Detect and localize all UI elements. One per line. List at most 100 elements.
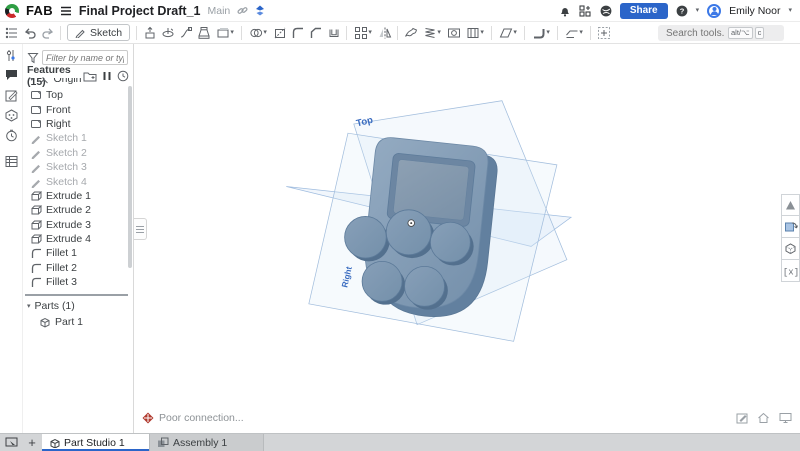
extrude-icon[interactable]: [141, 24, 158, 42]
feature-row[interactable]: Right: [23, 117, 127, 131]
feature-label: Sketch 3: [46, 161, 87, 174]
apps-grid-icon[interactable]: [579, 4, 592, 17]
feature-row-origin[interactable]: ▾ Origin: [23, 78, 127, 86]
tab-label: Part Studio 1: [64, 436, 125, 449]
feature-row[interactable]: Front: [23, 102, 127, 116]
vertex-marker[interactable]: [407, 219, 415, 227]
flatten-icon[interactable]: ▾: [562, 24, 586, 42]
pencil-icon: [75, 29, 85, 38]
surface-icon[interactable]: [402, 24, 419, 42]
link-icon[interactable]: [237, 5, 248, 16]
feature-row[interactable]: Fillet 3: [23, 275, 127, 289]
plane-tool-icon[interactable]: ▾: [496, 24, 520, 42]
rollback-bar[interactable]: [25, 294, 128, 296]
shaded-view-button[interactable]: [781, 194, 800, 216]
search-tools[interactable]: alt/⌥ c: [658, 25, 784, 41]
versions-icon[interactable]: [255, 5, 265, 16]
feature-tree: Top Front Right Sketch 1 Sketch 2 Sketch…: [23, 88, 127, 289]
feature-row[interactable]: Sketch 3: [23, 160, 127, 174]
thicken-icon[interactable]: ▾: [213, 24, 237, 42]
custom-features-icon[interactable]: [3, 107, 19, 123]
feature-row[interactable]: Extrude 2: [23, 203, 127, 217]
monitor-status-icon[interactable]: [779, 412, 792, 424]
feature-tree-clip: ▾ Origin: [23, 78, 127, 87]
sheet-metal-icon[interactable]: ▾: [529, 24, 553, 42]
share-button[interactable]: Share: [619, 2, 668, 19]
undo-icon[interactable]: [21, 24, 38, 42]
feature-row[interactable]: Extrude 3: [23, 218, 127, 232]
notifications-bell-icon[interactable]: [559, 5, 571, 17]
notes-edit-icon[interactable]: [3, 87, 19, 103]
panel-collapse-handle[interactable]: [134, 218, 147, 240]
tab-manager-icon[interactable]: [0, 434, 22, 451]
configurations-icon[interactable]: [3, 47, 19, 63]
feature-label: Fillet 2: [46, 261, 77, 274]
feature-row[interactable]: Fillet 1: [23, 246, 127, 260]
toolbar-divider: [241, 25, 243, 40]
app-logo-icon[interactable]: [5, 3, 19, 18]
user-menu-caret-icon[interactable]: ▾: [788, 7, 792, 14]
feature-row[interactable]: Extrude 1: [23, 189, 127, 203]
tree-scrollbar[interactable]: [128, 86, 132, 268]
parts-section-header[interactable]: ▾ Parts (1): [27, 300, 75, 312]
features-panel-toggle-icon[interactable]: [3, 24, 20, 42]
linear-pattern-icon[interactable]: ▾: [351, 24, 375, 42]
tab-label: Assembly 1: [173, 436, 228, 449]
loft-icon[interactable]: [195, 24, 212, 42]
model-canvas[interactable]: Top Right Top Front Z X: [134, 44, 800, 433]
sweep-icon[interactable]: [177, 24, 194, 42]
section-view-button[interactable]: [781, 216, 800, 238]
history-clock-icon[interactable]: [3, 127, 19, 143]
part-row[interactable]: Part 1: [39, 316, 83, 328]
chamfer-icon[interactable]: [307, 24, 324, 42]
app-window: FAB Final Project Draft_1 Main Share ? ▾…: [0, 0, 800, 451]
fillet-icon[interactable]: [289, 24, 306, 42]
sketch-button-label: Sketch: [90, 26, 123, 39]
feature-row[interactable]: Sketch 2: [23, 146, 127, 160]
mirror-icon[interactable]: [376, 24, 393, 42]
hole-icon[interactable]: [445, 24, 462, 42]
redo-icon[interactable]: [39, 24, 56, 42]
feature-panel: Features (15) ▾ Origin Top Front Right S…: [23, 44, 134, 433]
feature-row[interactable]: Fillet 2: [23, 261, 127, 275]
shell-icon[interactable]: [325, 24, 342, 42]
svg-text:?: ?: [679, 6, 684, 15]
feature-toolbar: Sketch ▾ ▾ ▾ ▾ ▾ ▾ ▾ ▾ alt/⌥ c: [0, 22, 800, 44]
header-right-group: Share ? ▾ Emily Noor ▾: [559, 2, 792, 19]
add-tab-button[interactable]: +: [22, 434, 42, 451]
feature-row[interactable]: Extrude 4: [23, 232, 127, 246]
tab-assembly[interactable]: Assembly 1: [150, 434, 264, 451]
help-icon[interactable]: ?: [676, 5, 688, 17]
edit-status-icon[interactable]: [736, 412, 748, 424]
parts-header-label: Parts (1): [34, 300, 75, 312]
filter-funnel-icon[interactable]: [27, 52, 39, 64]
search-tools-input[interactable]: [664, 26, 726, 40]
feature-row[interactable]: Sketch 4: [23, 174, 127, 188]
feature-label: Sketch 2: [46, 146, 87, 159]
sketch-button[interactable]: Sketch: [67, 24, 131, 41]
toolbar-divider: [397, 25, 399, 40]
feature-row[interactable]: Top: [23, 88, 127, 102]
comments-icon[interactable]: [3, 67, 19, 83]
filter-input[interactable]: [42, 50, 128, 65]
revolve-icon[interactable]: [159, 24, 176, 42]
featurescript-notices-button[interactable]: [x]: [781, 260, 800, 282]
workspace-label: Main: [207, 4, 231, 17]
avatar[interactable]: [707, 3, 722, 18]
boolean-icon[interactable]: ▾: [246, 24, 270, 42]
hidden-edges-button[interactable]: [781, 238, 800, 260]
rib-icon[interactable]: ▾: [463, 24, 487, 42]
help-caret-icon[interactable]: ▾: [696, 7, 700, 14]
feature-row[interactable]: Sketch 1: [23, 131, 127, 145]
split-icon[interactable]: [271, 24, 288, 42]
helix-icon[interactable]: ▾: [420, 24, 444, 42]
bom-table-icon[interactable]: [3, 153, 19, 169]
tab-part-studio[interactable]: Part Studio 1: [42, 434, 150, 451]
connection-warning-icon: [142, 412, 154, 424]
transform-icon[interactable]: [595, 24, 612, 42]
home-status-icon[interactable]: [757, 412, 770, 424]
toolbar-divider: [524, 25, 526, 40]
community-icon[interactable]: [600, 5, 612, 17]
feature-label: Front: [46, 103, 71, 116]
main-menu-icon[interactable]: [60, 6, 72, 16]
